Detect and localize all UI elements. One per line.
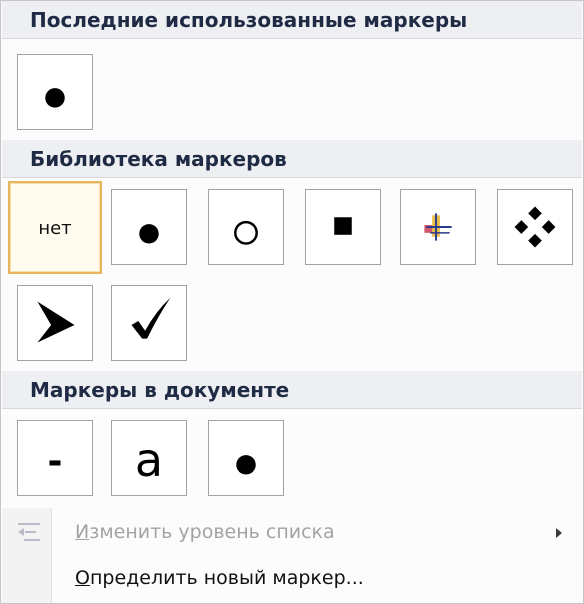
list-level-icon <box>18 523 40 541</box>
define-new-bullet-label: Определить новый маркер... <box>75 567 364 589</box>
letter-a-glyph: a <box>134 433 164 487</box>
document-bullets-title: Маркеры в документе <box>30 378 290 402</box>
library-bullet-checkmark[interactable] <box>111 285 187 361</box>
none-label: нет <box>38 218 72 239</box>
arrowhead-icon <box>37 301 75 343</box>
bullet-library-header: Библиотека маркеров <box>2 140 582 178</box>
library-bullet-arrowhead[interactable] <box>17 285 93 361</box>
colored-cross-icon <box>424 213 452 241</box>
library-bullet-four-diamonds[interactable] <box>497 189 573 265</box>
bullet-library-title: Библиотека маркеров <box>30 147 287 171</box>
change-list-level-text: зменить уровень списка <box>89 521 335 543</box>
change-list-level-label: Изменить уровень списка <box>75 521 335 543</box>
define-new-bullet-accesskey: О <box>75 567 90 589</box>
library-bullet-none[interactable]: нет <box>8 181 102 274</box>
filled-circle-icon <box>45 88 65 108</box>
library-bullet-picture-cross[interactable] <box>400 189 476 265</box>
document-bullet-filled-circle[interactable] <box>208 420 284 496</box>
change-list-level-accesskey: И <box>75 521 90 543</box>
four-diamonds-icon <box>514 206 556 248</box>
library-bullet-square[interactable] <box>305 189 381 265</box>
submenu-arrow-icon <box>556 528 562 538</box>
library-bullet-hollow-circle[interactable] <box>208 189 284 265</box>
library-bullet-filled-circle[interactable] <box>111 189 187 265</box>
bullet-library-menu: Последние использованные маркеры Библиот… <box>0 0 584 604</box>
checkmark-icon <box>131 297 171 339</box>
filled-circle-icon <box>139 224 159 244</box>
recent-bullet-filled-circle[interactable] <box>17 54 93 130</box>
document-bullet-letter-a[interactable]: a <box>111 420 187 496</box>
hollow-circle-icon <box>234 220 258 245</box>
filled-square-icon <box>334 217 352 235</box>
dash-glyph: - <box>47 441 63 482</box>
define-new-bullet-command[interactable]: Определить новый маркер... <box>2 559 582 597</box>
document-bullets-header: Маркеры в документе <box>2 371 582 409</box>
recent-bullets-header: Последние использованные маркеры <box>2 1 582 39</box>
define-new-bullet-text: пределить новый маркер... <box>89 567 364 589</box>
document-bullet-dash[interactable]: - <box>17 420 93 496</box>
recent-bullets-title: Последние использованные маркеры <box>30 8 468 32</box>
filled-circle-icon <box>236 455 256 475</box>
change-list-level-command[interactable]: Изменить уровень списка <box>2 513 582 551</box>
